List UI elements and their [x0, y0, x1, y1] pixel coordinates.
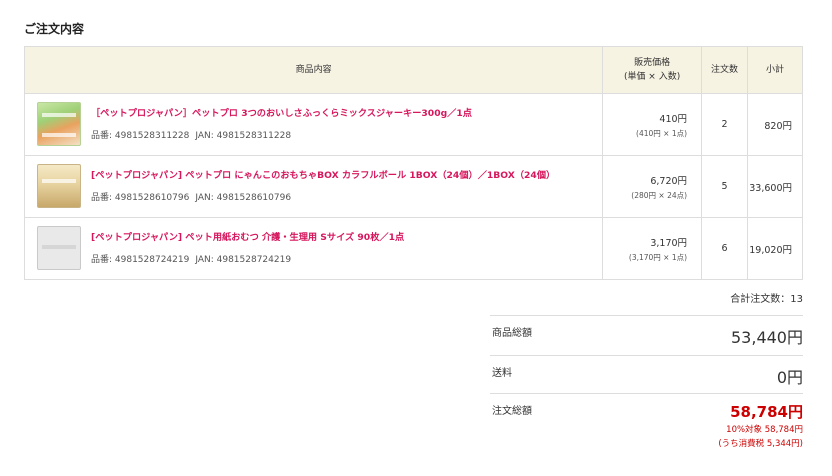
qty-cell: 5 [701, 155, 748, 218]
item-jan: JAN: 4981528610796 [195, 193, 292, 203]
goods-total-row: 商品総額 53,440円 [490, 315, 803, 353]
qty-cell: 6 [701, 217, 748, 280]
tax-included-line: (うち消費税 5,344円) [718, 439, 803, 449]
unit-price: 410円 [659, 113, 688, 125]
goods-total-value: 53,440円 [731, 328, 803, 347]
order-table: 商品内容 販売価格 (単価 × 入数) 注文数 小計 ［ペットプロジャパン］ペッ… [23, 46, 804, 280]
unit-detail: (3,170円 × 1点) [628, 252, 688, 262]
subtotal-cell: 33,600円 [746, 155, 804, 218]
item-codes: 品番: 4981528610796 JAN: 4981528610796 [91, 190, 291, 203]
item-sku: 品番: 4981528610796 [91, 193, 190, 203]
shipping-label: 送料 [492, 368, 512, 379]
item-jan: JAN: 4981528724219 [195, 255, 292, 265]
item-cell: ［ペットプロジャパン］ペットプロ 3つのおいしさふっくらミックスジャーキー300… [23, 93, 604, 156]
header-price-line2: (単価 × 入数) [623, 72, 681, 82]
total-quantity: 合計注文数：13 [730, 294, 803, 305]
item-jan: JAN: 4981528311228 [195, 131, 292, 141]
goods-total-label: 商品総額 [492, 328, 532, 339]
tax-target-line: 10%対象 58,784円 [726, 425, 803, 435]
header-price: 販売価格 (単価 × 入数) [602, 46, 703, 94]
item-codes: 品番: 4981528724219 JAN: 4981528724219 [91, 252, 291, 265]
shipping-value: 0円 [776, 368, 803, 387]
table-header-row: 商品内容 販売価格 (単価 × 入数) 注文数 小計 [23, 46, 804, 94]
header-qty: 注文数 [701, 46, 748, 94]
order-total-label: 注文総額 [492, 406, 532, 417]
subtotal-cell: 820円 [746, 93, 804, 156]
item-name-link[interactable]: ［ペットプロジャパン］ペットプロ 3つのおいしさふっくらミックスジャーキー300… [91, 105, 472, 119]
item-name-link[interactable]: [ペットプロジャパン] ペット用紙おむつ 介護・生理用 Sサイズ 90枚／1点 [91, 229, 404, 243]
item-sku: 品番: 4981528311228 [91, 131, 190, 141]
section-title: ご注文内容 [24, 22, 85, 36]
item-cell: [ペットプロジャパン] ペットプロ にゃんこのおもちゃBOX カラフルボール 1… [23, 155, 604, 218]
subtotal-cell: 19,020円 [746, 217, 804, 280]
price-cell: 410円 (410円 × 1点) [602, 93, 703, 156]
table-row: ［ペットプロジャパン］ペットプロ 3つのおいしさふっくらミックスジャーキー300… [23, 93, 804, 156]
header-price-line1: 販売価格 [634, 58, 671, 68]
item-sku: 品番: 4981528724219 [91, 255, 190, 265]
header-item: 商品内容 [23, 46, 604, 94]
unit-price: 3,170円 [650, 237, 688, 249]
jerky-bag-image[interactable] [37, 102, 81, 146]
toy-box-image[interactable] [37, 164, 81, 208]
table-row: [ペットプロジャパン] ペット用紙おむつ 介護・生理用 Sサイズ 90枚／1点 … [23, 217, 804, 280]
diaper-pack-image[interactable] [37, 226, 81, 270]
item-codes: 品番: 4981528311228 JAN: 4981528311228 [91, 128, 291, 141]
header-subtotal: 小計 [746, 46, 804, 94]
unit-detail: (410円 × 1点) [636, 128, 688, 138]
order-total-value: 58,784円 [730, 403, 803, 421]
item-name-link[interactable]: [ペットプロジャパン] ペットプロ にゃんこのおもちゃBOX カラフルボール 1… [91, 167, 555, 181]
price-cell: 6,720円 (280円 × 24点) [602, 155, 703, 218]
unit-detail: (280円 × 24点) [631, 190, 688, 200]
unit-price: 6,720円 [650, 175, 688, 187]
shipping-row: 送料 0円 [490, 355, 803, 393]
price-cell: 3,170円 (3,170円 × 1点) [602, 217, 703, 280]
item-cell: [ペットプロジャパン] ペット用紙おむつ 介護・生理用 Sサイズ 90枚／1点 … [23, 217, 604, 280]
order-total-row: 注文総額 58,784円 10%対象 58,784円 (うち消費税 5,344円… [490, 393, 803, 453]
qty-cell: 2 [701, 93, 748, 156]
table-row: [ペットプロジャパン] ペットプロ にゃんこのおもちゃBOX カラフルボール 1… [23, 155, 804, 218]
